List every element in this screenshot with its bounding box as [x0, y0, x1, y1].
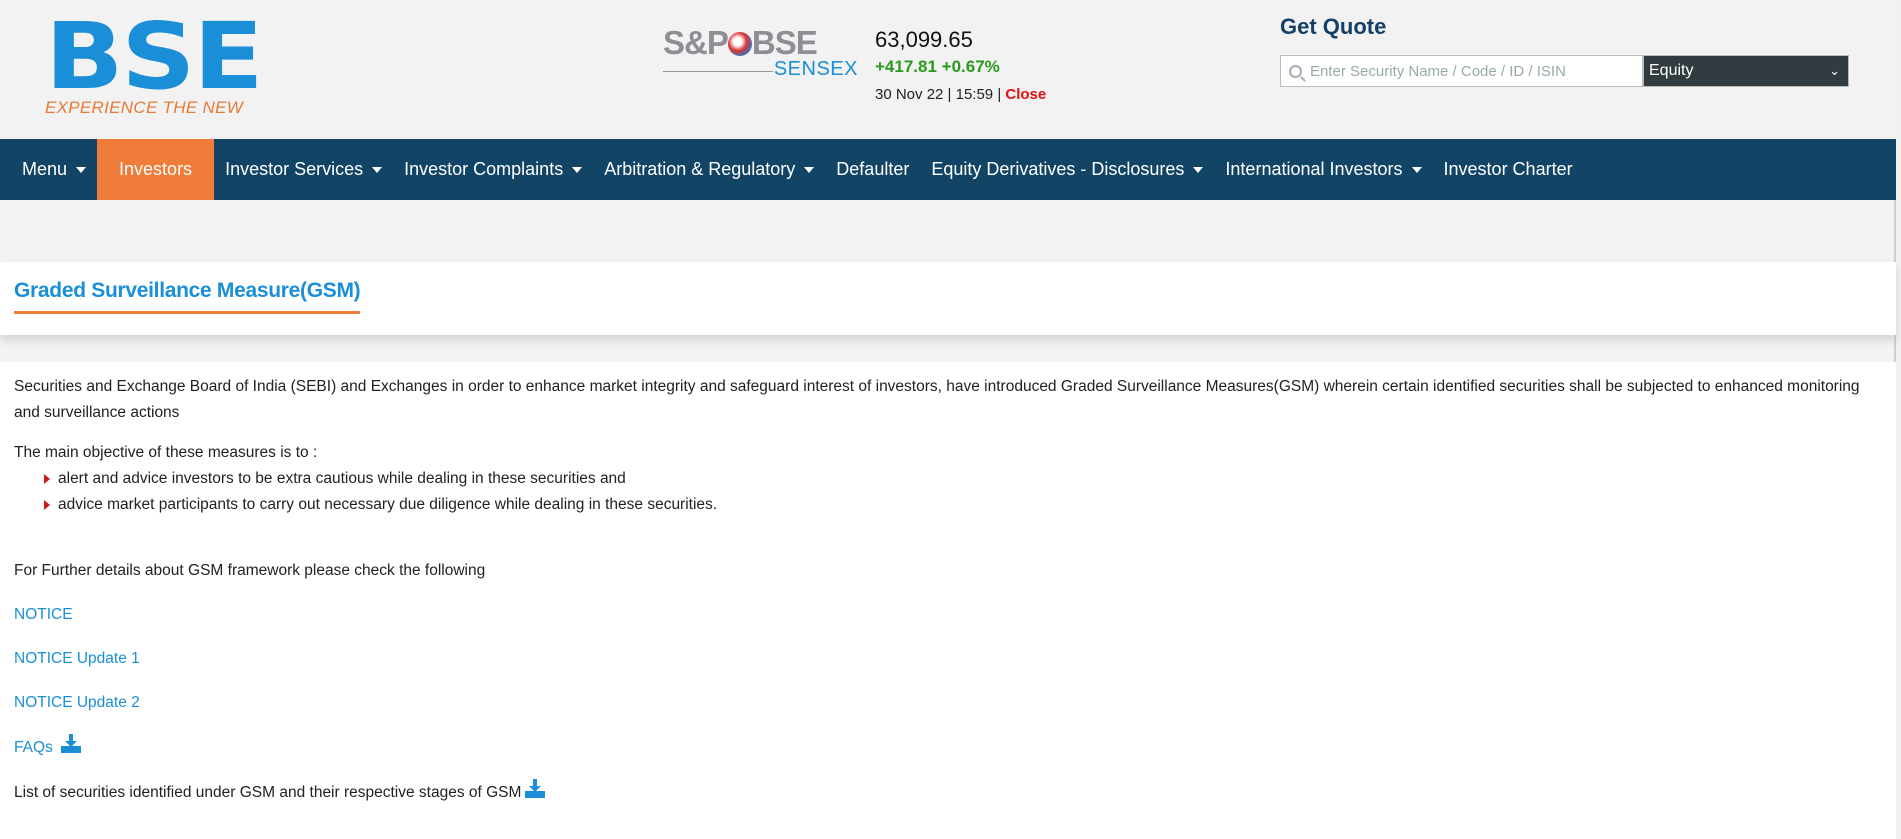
- main-nav: Menu Investors Investor Services Investo…: [0, 139, 1896, 200]
- globe-icon: [727, 32, 752, 56]
- sensex-timestamp: 30 Nov 22 | 15:59 | Close: [875, 86, 1046, 103]
- nav-label: Menu: [22, 159, 68, 179]
- caret-down-icon: [572, 166, 583, 173]
- sensex-text: SENSEX: [773, 58, 858, 80]
- get-quote-title: Get Quote: [1280, 14, 1387, 39]
- caret-down-icon: [1193, 166, 1204, 173]
- logo-mark: BSE: [45, 3, 264, 110]
- nav-label: Arbitration & Regulatory: [604, 159, 796, 179]
- nav-defaulter[interactable]: Defaulter: [825, 139, 920, 200]
- nav-equity-derivatives[interactable]: Equity Derivatives - Disclosures: [920, 139, 1214, 200]
- logo-tagline: EXPERIENCE THE NEW: [45, 98, 244, 117]
- further-details-text: For Further details about GSM framework …: [14, 562, 486, 579]
- nav-label: Investor Complaints: [404, 159, 564, 179]
- notice-update-2-link[interactable]: NOTICE Update 2: [14, 690, 140, 716]
- nav-label: Investors: [119, 159, 193, 179]
- objectives-list: alert and advice investors to be extra c…: [14, 466, 1882, 518]
- nav-label: Defaulter: [836, 159, 910, 179]
- objective-heading: The main objective of these measures is …: [14, 444, 318, 461]
- list-item: alert and advice investors to be extra c…: [44, 466, 1882, 492]
- download-icon[interactable]: [525, 779, 546, 798]
- page-title: Graded Surveillance Measure(GSM): [14, 279, 361, 314]
- title-panel: Graded Surveillance Measure(GSM): [0, 262, 1896, 335]
- nav-investor-complaints[interactable]: Investor Complaints: [393, 139, 593, 200]
- market-status: Close: [1005, 86, 1047, 103]
- sensex-change: +417.81 +0.67%: [875, 57, 1000, 76]
- list-item: advice market participants to carry out …: [44, 492, 1882, 518]
- segment-select-value: Equity: [1649, 62, 1694, 79]
- sensex-value: 63,099.65: [875, 27, 973, 52]
- sensex-logo: S&P BSE SENSEX: [663, 24, 858, 80]
- nav-arbitration-regulatory[interactable]: Arbitration & Regulatory: [593, 139, 825, 200]
- caret-down-icon: [1411, 166, 1422, 173]
- get-quote-search[interactable]: [1280, 55, 1643, 87]
- intro-text: Securities and Exchange Board of India (…: [14, 378, 1860, 421]
- bse-text: BSE: [751, 24, 818, 61]
- caret-down-icon: [76, 166, 87, 173]
- sp-text: S&P: [663, 24, 729, 61]
- content: Securities and Exchange Board of India (…: [0, 362, 1896, 839]
- header: BSE EXPERIENCE THE NEW S&P BSE SENSEX 63,…: [0, 0, 1896, 139]
- nav-investor-services[interactable]: Investor Services: [214, 139, 393, 200]
- search-icon: [1289, 64, 1302, 78]
- nav-investors[interactable]: Investors: [97, 139, 215, 200]
- nav-international-investors[interactable]: International Investors: [1214, 139, 1432, 200]
- chevron-down-icon: ⌄: [1829, 63, 1840, 78]
- faqs-link[interactable]: FAQs: [14, 735, 53, 761]
- nav-menu[interactable]: Menu: [0, 139, 97, 200]
- segment-select[interactable]: Equity ⌄: [1643, 55, 1849, 87]
- download-icon[interactable]: [60, 734, 81, 753]
- divider: [663, 71, 773, 72]
- nav-label: Equity Derivatives - Disclosures: [931, 159, 1185, 179]
- security-search-input[interactable]: [1310, 62, 1630, 80]
- bse-logo[interactable]: BSE EXPERIENCE THE NEW: [45, 11, 275, 118]
- caret-down-icon: [804, 166, 815, 173]
- page: BSE EXPERIENCE THE NEW S&P BSE SENSEX 63,…: [0, 0, 1896, 839]
- notice-link[interactable]: NOTICE: [14, 602, 73, 628]
- nav-label: Investor Charter: [1443, 159, 1573, 179]
- notice-update-1-link[interactable]: NOTICE Update 1: [14, 646, 140, 672]
- nav-investor-charter[interactable]: Investor Charter: [1433, 139, 1584, 200]
- caret-down-icon: [372, 166, 383, 173]
- gsm-list-text: List of securities identified under GSM …: [14, 784, 522, 801]
- nav-label: Investor Services: [225, 159, 364, 179]
- date-time: 30 Nov 22 | 15:59 |: [875, 86, 1006, 103]
- nav-label: International Investors: [1225, 159, 1403, 179]
